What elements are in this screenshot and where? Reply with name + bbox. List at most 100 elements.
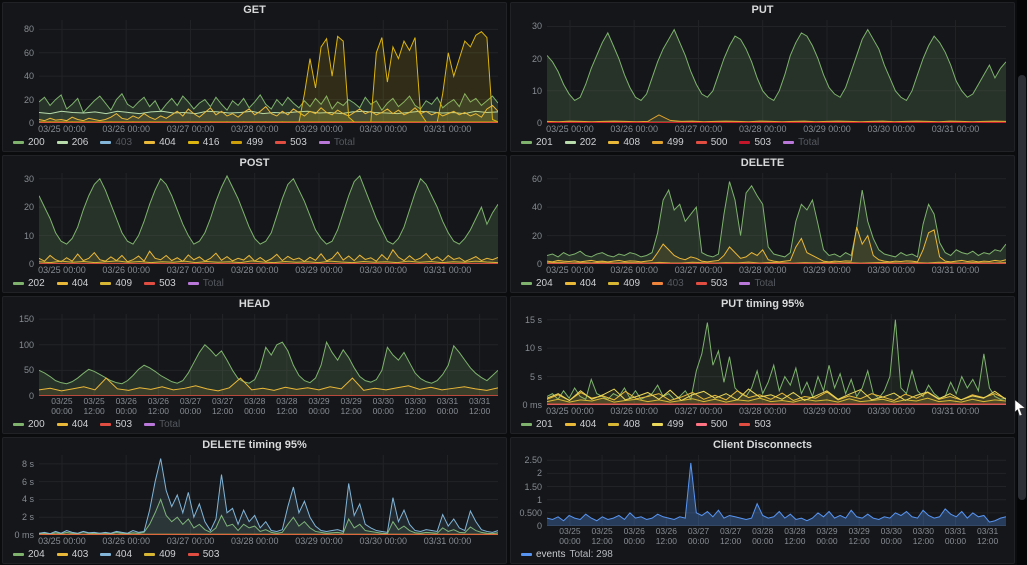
legend-swatch — [56, 281, 68, 285]
grafana-dashboard: GET 0 20 40 60 80 03/25 00:00 03/26 00:00 03/2… — [0, 0, 1027, 565]
legend-item[interactable]: 503 — [739, 419, 771, 430]
legend-item[interactable]: 404 — [56, 278, 88, 289]
legend-swatch — [652, 422, 664, 426]
legend-item[interactable]: 499 — [652, 419, 684, 430]
x-tick-label: 03/27 00:00 — [674, 124, 723, 134]
legend-item[interactable]: 204 — [521, 278, 553, 289]
legend-item[interactable]: 202 — [13, 278, 45, 289]
y-tick-label: 10 — [531, 85, 542, 96]
legend-item[interactable]: 416 — [187, 137, 219, 148]
legend-swatch — [521, 552, 532, 556]
legend-item[interactable]: 404 — [564, 419, 596, 430]
legend-item[interactable]: 503 — [187, 549, 219, 560]
x-tick-label: 03/30 00:00 — [880, 526, 902, 546]
y-tick-label: 5 s — [529, 371, 542, 382]
chart-plot[interactable] — [39, 314, 498, 396]
legend-swatch — [231, 140, 243, 144]
x-tick-label: 03/25 00:00 — [38, 124, 86, 134]
legend-item[interactable]: 404 — [100, 549, 132, 560]
chart-plot[interactable] — [39, 173, 498, 264]
legend-label: 409 — [623, 277, 641, 289]
legend-item[interactable]: 503 — [100, 419, 132, 430]
legend-item[interactable]: 500 — [695, 419, 727, 430]
chart-canvas — [547, 20, 1006, 123]
legend-swatch — [695, 281, 707, 285]
legend-item[interactable]: 206 — [56, 137, 88, 148]
legend-item[interactable]: events Total: 298 — [521, 549, 613, 560]
legend: 204 404 409 403 503 Total — [511, 276, 1014, 292]
legend-item[interactable]: Total — [187, 278, 224, 289]
legend-item[interactable]: 499 — [231, 137, 263, 148]
panel-title[interactable]: DELETE — [511, 156, 1014, 171]
chart-plot[interactable] — [547, 455, 1006, 526]
legend-item[interactable]: 503 — [275, 137, 307, 148]
x-tick-label: 03/25 00:00 — [559, 526, 581, 546]
x-tick-label: 03/31 00:00 — [931, 406, 980, 416]
legend-item[interactable]: 202 — [564, 136, 597, 148]
x-tick-label: 03/30 00:00 — [359, 536, 408, 546]
legend-item[interactable]: 403 — [56, 549, 88, 560]
legend-item[interactable]: 408 — [608, 419, 640, 430]
legend-label: 503 — [754, 418, 772, 430]
legend-item[interactable]: Total — [783, 137, 819, 148]
panel-title[interactable]: Client Disconnects — [511, 438, 1014, 453]
legend-item[interactable]: 404 — [56, 419, 88, 430]
legend-item[interactable]: 409 — [100, 278, 132, 289]
scrollbar-thumb[interactable] — [1018, 75, 1026, 500]
legend-item[interactable]: 403 — [100, 137, 132, 148]
chart-plot[interactable] — [39, 20, 498, 123]
legend-item[interactable]: 200 — [13, 137, 45, 148]
legend-swatch — [100, 281, 112, 285]
panel-title[interactable]: PUT — [511, 3, 1014, 18]
chart-plot[interactable] — [547, 20, 1006, 123]
panel-title[interactable]: POST — [3, 156, 506, 171]
legend-item[interactable]: 500 — [695, 137, 727, 148]
legend-item[interactable]: Total — [318, 137, 355, 148]
legend-item[interactable]: 201 — [521, 137, 553, 148]
legend-item[interactable]: 499 — [652, 137, 684, 148]
legend-item[interactable]: 204 — [13, 549, 45, 560]
legend-item[interactable]: 404 — [144, 137, 176, 148]
x-axis-labels: 03/25 00:00 03/25 12:00 03/26 00:00 03/26 12:00… — [547, 526, 1006, 547]
legend-item[interactable]: 503 — [144, 278, 176, 289]
chart-plot[interactable] — [547, 173, 1006, 264]
legend-item[interactable]: 409 — [608, 278, 640, 289]
legend-item[interactable]: 201 — [521, 419, 553, 430]
legend-item[interactable]: 503 — [695, 278, 727, 289]
x-tick-label: 03/31 00:00 — [423, 124, 472, 134]
legend-item[interactable]: 200 — [13, 419, 45, 430]
y-axis-labels: 0 ms 5 s 10 s 15 s — [515, 314, 547, 410]
legend-item[interactable]: Total — [739, 277, 776, 289]
panel-title[interactable]: DELETE timing 95% — [3, 438, 506, 453]
legend: 200 206 403 404 416 499 503 Total — [3, 135, 506, 151]
legend-item[interactable]: Total — [144, 419, 180, 430]
legend-label: 499 — [246, 136, 264, 148]
x-axis-labels: 03/25 00:00 03/26 00:00 03/27 00:00 03/28 0… — [546, 264, 1006, 276]
legend-label: 503 — [754, 136, 772, 148]
legend-label: Total — [754, 277, 776, 289]
legend-label: 503 — [290, 136, 307, 148]
legend: 202 404 409 503 Total — [3, 276, 506, 292]
scrollbar-track[interactable] — [1017, 0, 1027, 565]
panel-title[interactable]: PUT timing 95% — [511, 297, 1014, 312]
legend-label: 202 — [579, 136, 597, 148]
legend-swatch — [608, 140, 620, 144]
x-tick-label: 03/26 00:00 — [623, 526, 645, 546]
legend-item[interactable]: 404 — [564, 278, 596, 289]
panel-title[interactable]: GET — [3, 3, 506, 18]
x-tick-label: 03/29 00:00 — [295, 265, 343, 275]
x-tick-label: 03/30 12:00 — [912, 526, 935, 546]
legend-swatch — [56, 552, 68, 556]
y-axis-labels: 0 20 40 60 80 — [7, 20, 39, 128]
chart-plot[interactable] — [547, 314, 1006, 405]
legend-swatch — [275, 140, 287, 144]
legend-item[interactable]: 403 — [652, 278, 684, 289]
chart-plot[interactable] — [39, 455, 498, 535]
panel-title[interactable]: HEAD — [3, 297, 506, 312]
legend-item[interactable]: 408 — [608, 137, 640, 148]
y-tick-label: 0 — [536, 521, 542, 531]
x-tick-label: 03/31 00:00 — [931, 265, 980, 275]
legend-item[interactable]: 503 — [739, 137, 771, 148]
legend: 201 202 408 499 500 503 Total — [511, 135, 1014, 151]
legend-item[interactable]: 409 — [144, 549, 176, 560]
